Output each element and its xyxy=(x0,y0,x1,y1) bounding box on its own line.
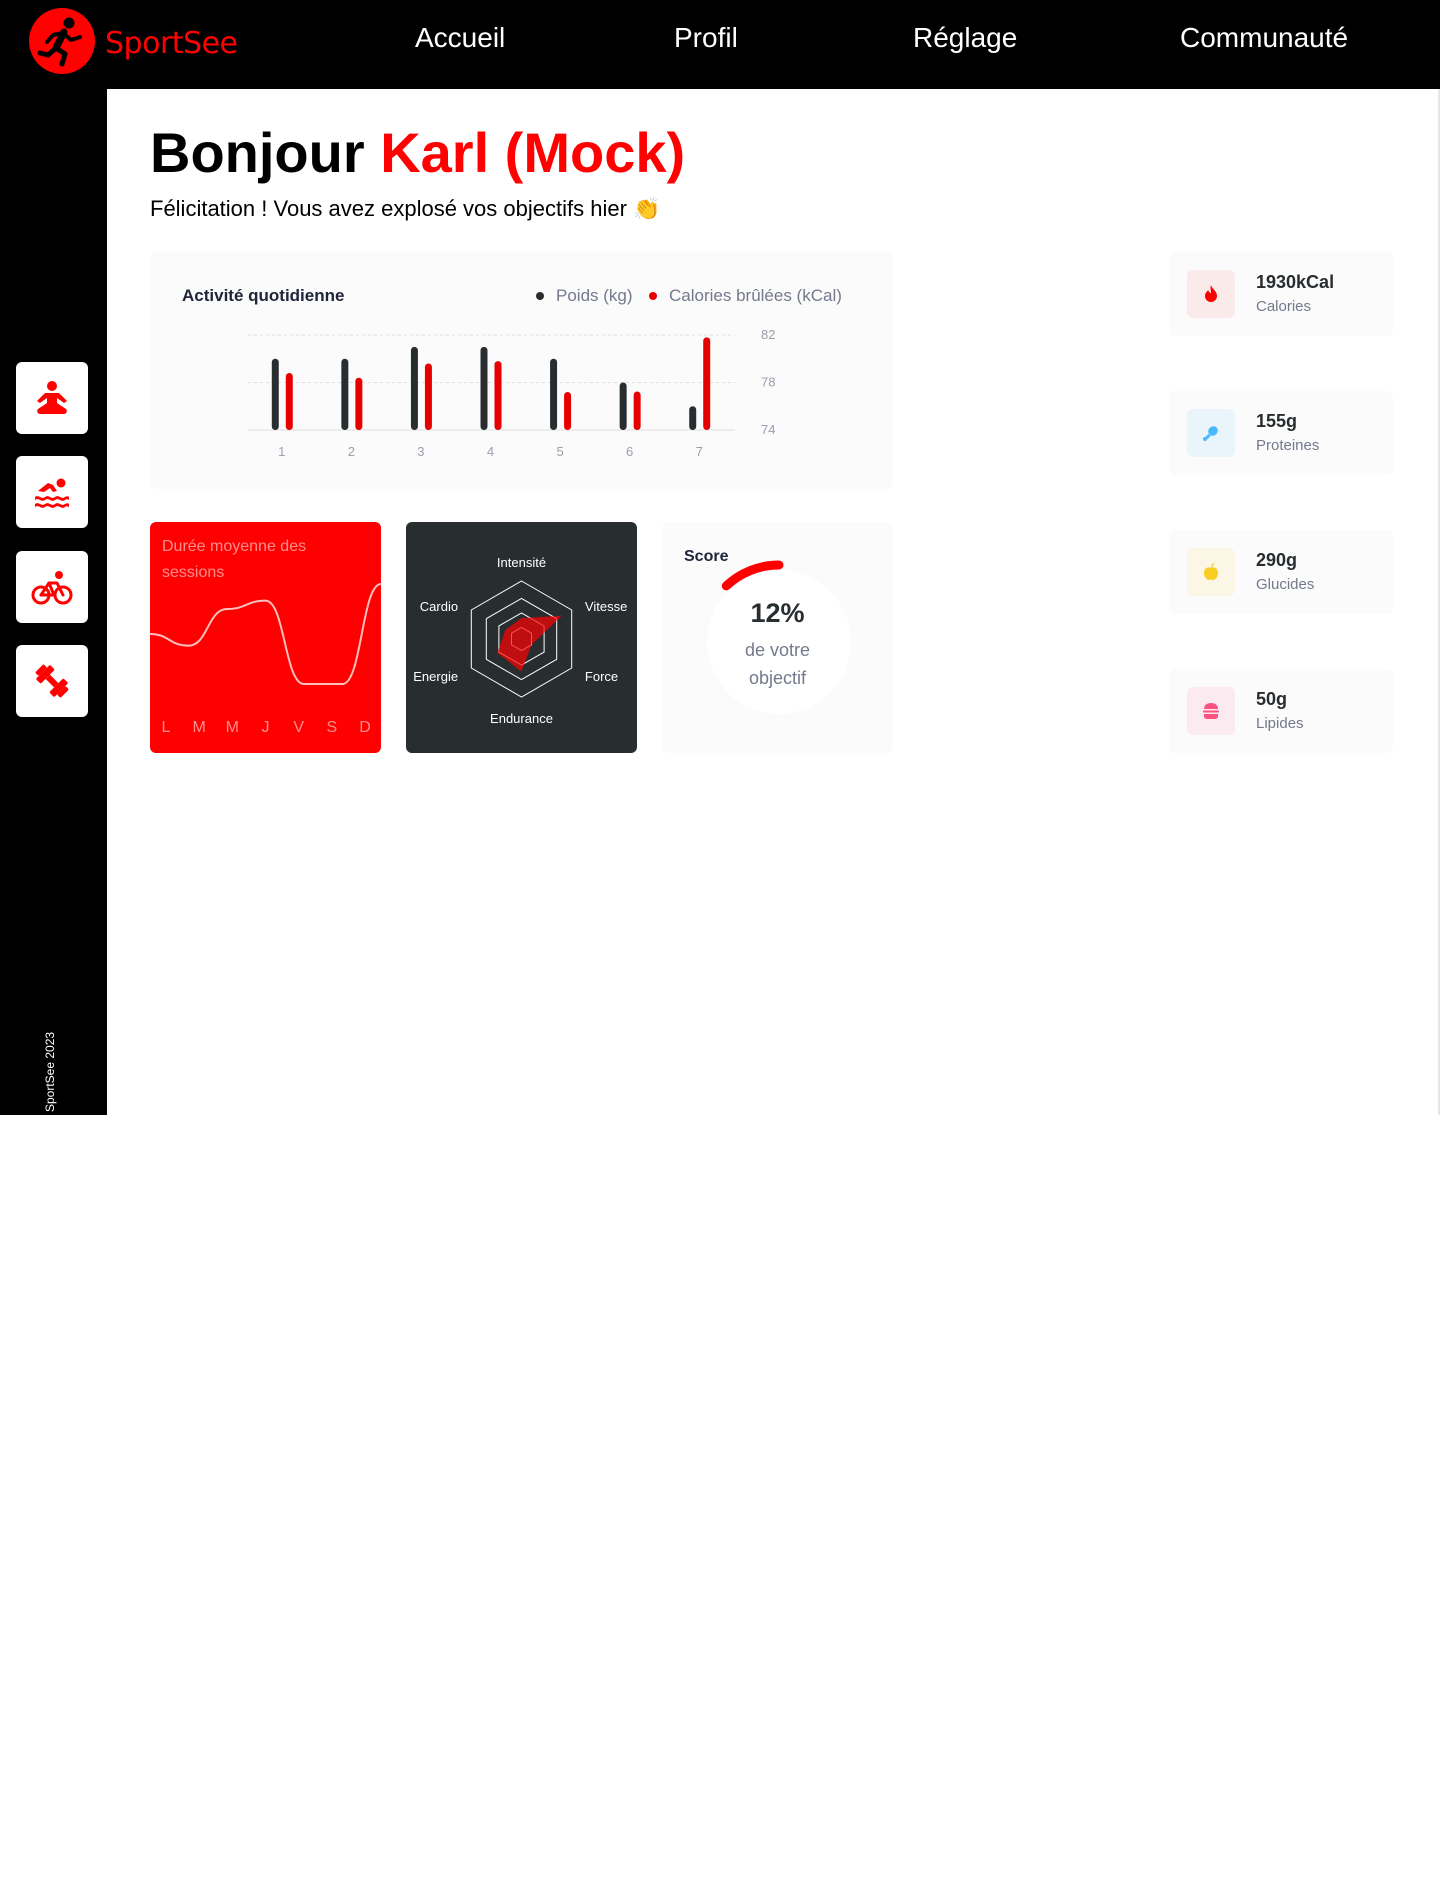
radar-value-area xyxy=(497,615,562,672)
runner-icon xyxy=(29,8,95,74)
nav-link-accueil[interactable]: Accueil xyxy=(415,22,505,54)
kpi-lipids-label: Lipides xyxy=(1256,715,1304,732)
sidebar-item-yoga[interactable] xyxy=(16,362,88,434)
sessions-line xyxy=(150,583,381,685)
calories-bar xyxy=(355,377,363,430)
kpi-proteins-value: 155g xyxy=(1256,411,1298,431)
y-tick-label: 78 xyxy=(761,375,775,390)
day-tick-label: J xyxy=(262,719,270,736)
kpi-calories-label: Calories xyxy=(1256,298,1312,315)
fire-icon xyxy=(1187,270,1235,318)
daily-activity-card: Activité quotidienne Poids (kg) Calories… xyxy=(150,252,893,489)
kpi-lipids-value: 50g xyxy=(1256,689,1288,709)
average-sessions-line-chart: LMMJVSD xyxy=(150,583,381,736)
greeting-message: Félicitation ! Vous avez explosé vos obj… xyxy=(150,196,661,221)
sidebar-item-cycling[interactable] xyxy=(16,551,88,623)
day-tick-label: M xyxy=(226,719,239,736)
radar-axis-label: Intensité xyxy=(497,555,546,570)
nav-link-reglage[interactable]: Réglage xyxy=(913,22,1017,54)
day-tick-label: L xyxy=(162,719,171,736)
score-caption-line-1: de votre xyxy=(744,640,811,660)
score-value: 12% xyxy=(750,598,805,628)
user-first-name: Karl (Mock) xyxy=(380,121,686,184)
swimming-icon xyxy=(35,478,69,508)
x-tick-label: 2 xyxy=(348,444,355,459)
calories-bar xyxy=(564,392,572,430)
calories-bar xyxy=(424,363,432,430)
score-caption-line-2: objectif xyxy=(748,668,807,688)
kpi-calories-value: 1930kCal xyxy=(1256,272,1335,292)
yoga-icon xyxy=(37,381,67,414)
greeting-hello: Bonjour xyxy=(150,121,365,184)
page-title: Bonjour Karl (Mock) xyxy=(150,120,685,185)
radar-axis-label: Cardio xyxy=(420,599,458,614)
kpi-card-carbs: 290g Glucides xyxy=(1169,530,1393,614)
daily-activity-bar-chart: 74 78 82 1 2 3 4 5 6 7 xyxy=(248,327,775,459)
x-tick-label: 4 xyxy=(487,444,494,459)
day-tick-label: V xyxy=(293,719,304,736)
weight-bar xyxy=(619,382,627,430)
cheeseburger-icon xyxy=(1187,687,1235,735)
activity-sidebar: Copyright, SportSee 2023 xyxy=(0,89,107,1170)
kpi-carbs-label: Glucides xyxy=(1256,576,1315,593)
sidebar-item-swimming[interactable] xyxy=(16,456,88,528)
x-tick-label: 3 xyxy=(417,444,424,459)
cycling-icon xyxy=(31,571,73,605)
weight-bar xyxy=(271,358,279,430)
x-tick-label: 1 xyxy=(278,444,285,459)
score-card: Score 12% de votre objectif xyxy=(662,522,893,753)
copyright-text: Copyright, SportSee 2023 xyxy=(43,1031,57,1171)
kpi-card-calories: 1930kCal Calories xyxy=(1169,252,1393,336)
score-caption: de votre objectif xyxy=(662,636,893,692)
day-tick-label: S xyxy=(326,719,337,736)
top-navigation-bar: SportSee Accueil Profil Réglage Communau… xyxy=(0,0,1440,89)
brand-logo[interactable]: SportSee xyxy=(29,8,238,74)
chicken-icon xyxy=(1187,409,1235,457)
kpi-proteins-label: Proteines xyxy=(1256,437,1320,454)
radar-axis-label: Vitesse xyxy=(585,599,627,614)
x-tick-label: 6 xyxy=(626,444,633,459)
performance-card: Intensité Vitesse Force Endurance Energie Car… xyxy=(406,522,637,753)
kpi-card-lipids: 50g Lipides xyxy=(1169,669,1393,753)
weight-bar xyxy=(480,346,488,430)
weight-bar xyxy=(341,358,349,430)
score-arc xyxy=(721,560,784,591)
radar-axis-label: Energie xyxy=(413,669,458,684)
weight-bar xyxy=(410,346,418,430)
x-tick-label: 7 xyxy=(696,444,703,459)
calories-bar xyxy=(494,361,502,430)
average-sessions-card: Durée moyenne des sessions LMMJVSD xyxy=(150,522,381,753)
weight-bar xyxy=(689,406,697,430)
y-tick-label: 82 xyxy=(761,327,775,342)
kpi-card-proteins: 155g Proteines xyxy=(1169,391,1393,475)
performance-radar-chart: Intensité Vitesse Force Endurance Energie Car… xyxy=(413,555,627,726)
kpi-carbs-value: 290g xyxy=(1256,550,1298,570)
radar-axis-label: Endurance xyxy=(490,711,553,726)
dumbbell-icon xyxy=(35,664,69,698)
calories-bar xyxy=(285,373,293,430)
brand-name: SportSee xyxy=(105,25,238,61)
day-tick-label: D xyxy=(359,719,371,736)
radar-axis-label: Force xyxy=(585,669,618,684)
nav-link-communaute[interactable]: Communauté xyxy=(1180,22,1348,54)
x-tick-label: 5 xyxy=(556,444,563,459)
nav-link-profil[interactable]: Profil xyxy=(674,22,738,54)
sidebar-item-bodybuilding[interactable] xyxy=(16,645,88,717)
calories-bar xyxy=(633,391,641,430)
day-tick-label: M xyxy=(193,719,206,736)
weight-bar xyxy=(550,358,558,430)
calories-bar xyxy=(703,337,711,430)
apple-icon xyxy=(1187,548,1235,596)
y-tick-label: 74 xyxy=(761,422,775,437)
